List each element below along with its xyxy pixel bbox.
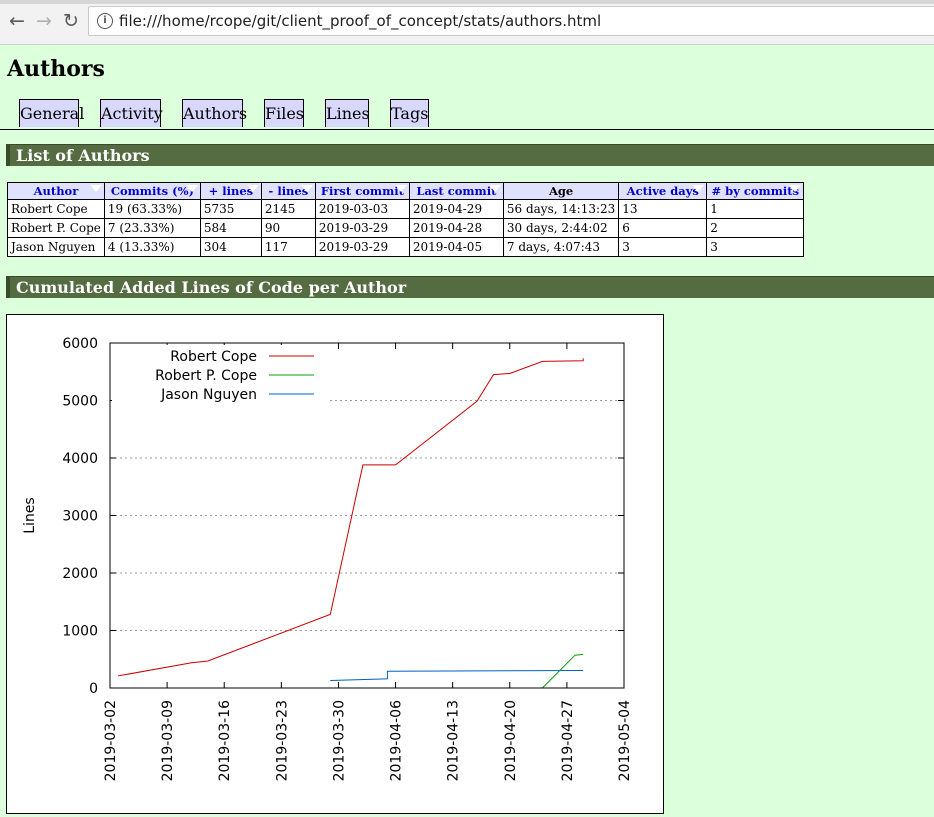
y-tick-label: 5000	[62, 394, 98, 410]
reload-icon[interactable]: ↻	[60, 10, 82, 32]
chart-svg: 0 1000 2000 3000 4000 5000 6000 2019-03-02 2019-…	[22, 336, 633, 781]
tab-lines[interactable]: Lines	[325, 99, 370, 127]
section-header-authors: List of Authors	[6, 144, 934, 166]
info-icon[interactable]: i	[97, 13, 113, 29]
cell-added-lines: 304	[199, 237, 262, 257]
cell-author: Robert Cope	[7, 199, 105, 219]
x-tick-label: 2019-03-09	[160, 700, 176, 781]
cell-active-days: 13	[618, 199, 708, 219]
cell-first-commit: 2019-03-03	[314, 199, 410, 219]
cell-active-days: 3	[618, 237, 708, 257]
y-axis-label: Lines	[22, 497, 38, 533]
y-tick-label: 4000	[62, 451, 98, 467]
cell-commits: 4 (13.33%)	[103, 237, 201, 257]
x-tick-label: 2019-04-20	[503, 700, 519, 781]
column-header-active-days[interactable]: Active days	[618, 182, 708, 200]
x-tick-label: 2019-04-13	[446, 700, 462, 781]
cell-removed-lines: 117	[260, 237, 316, 257]
cell-added-lines: 5735	[199, 199, 262, 219]
tab-authors[interactable]: Authors	[182, 99, 247, 127]
sort-icon[interactable]	[692, 185, 705, 192]
cell-first-commit: 2019-03-29	[314, 218, 410, 238]
address-bar[interactable]: i file:///home/rcope/git/client_proof_of…	[88, 6, 934, 36]
table-header-row: Author Commits (%) + lines - lines First…	[7, 182, 805, 200]
x-tick-label: 2019-03-02	[103, 700, 119, 781]
y-tick-label: 1000	[62, 624, 98, 640]
cell-age: 56 days, 14:13:23	[502, 199, 620, 219]
table-row: Robert P. Cope 7 (23.33%) 584 90 2019-03…	[7, 218, 805, 238]
sort-icon[interactable]	[185, 185, 198, 192]
authors-table: Author Commits (%) + lines - lines First…	[7, 182, 805, 257]
legend-label: Jason Nguyen	[160, 387, 257, 403]
lines-of-code-chart: 0 1000 2000 3000 4000 5000 6000 2019-03-02 2019-…	[6, 314, 664, 814]
page-title: Authors	[7, 56, 105, 82]
cell-last-commit: 2019-04-28	[408, 218, 504, 238]
cell-removed-lines: 2145	[260, 199, 316, 219]
column-header-author[interactable]: Author	[7, 182, 105, 200]
x-tick-label: 2019-03-16	[217, 700, 233, 781]
tab-strip	[0, 0, 934, 4]
cell-by-commits: 1	[706, 199, 805, 219]
legend-label: Robert P. Cope	[155, 368, 257, 384]
cell-last-commit: 2019-04-29	[408, 199, 504, 219]
column-header-added-lines[interactable]: + lines	[199, 182, 262, 200]
table-row: Robert Cope 19 (63.33%) 5735 2145 2019-0…	[7, 199, 805, 219]
x-tick-label: 2019-04-27	[560, 700, 576, 781]
column-header-age: Age	[502, 182, 620, 200]
column-header-commits[interactable]: Commits (%)	[103, 182, 201, 200]
tab-activity[interactable]: Activity	[100, 99, 163, 127]
cell-author: Robert P. Cope	[7, 218, 105, 238]
cell-author: Jason Nguyen	[7, 237, 105, 257]
table-row: Jason Nguyen 4 (13.33%) 304 117 2019-03-…	[7, 237, 805, 257]
column-header-by-commits[interactable]: # by commits	[706, 182, 805, 200]
x-tick-label: 2019-03-30	[331, 700, 347, 781]
nav-tabs: General Activity Authors Files Lines Tag…	[0, 99, 934, 130]
forward-icon[interactable]: →	[33, 10, 55, 32]
y-tick-label: 2000	[62, 566, 98, 582]
url-text[interactable]: file:///home/rcope/git/client_proof_of_c…	[119, 12, 601, 30]
back-icon[interactable]: ←	[6, 10, 28, 32]
sort-icon[interactable]	[246, 185, 259, 192]
sort-icon[interactable]	[394, 185, 407, 192]
series-line	[118, 358, 584, 677]
column-header-first-commit[interactable]: First commit	[314, 182, 410, 200]
cell-active-days: 6	[618, 218, 708, 238]
sort-icon[interactable]	[89, 185, 102, 192]
cell-by-commits: 2	[706, 218, 805, 238]
browser-toolbar: ← → ↻ i file:///home/rcope/git/client_pr…	[0, 0, 934, 45]
x-tick-label: 2019-05-04	[617, 700, 633, 781]
column-header-last-commit[interactable]: Last commit	[408, 182, 504, 200]
y-tick-label: 3000	[62, 509, 98, 525]
sort-icon[interactable]	[488, 185, 501, 192]
cell-added-lines: 584	[199, 218, 262, 238]
cell-age: 7 days, 4:07:43	[502, 237, 620, 257]
section-header-chart: Cumulated Added Lines of Code per Author	[6, 276, 934, 298]
y-tick-label: 6000	[62, 336, 98, 352]
cell-commits: 7 (23.33%)	[103, 218, 201, 238]
cell-age: 30 days, 2:44:02	[502, 218, 620, 238]
cell-first-commit: 2019-03-29	[314, 237, 410, 257]
tab-general[interactable]: General	[19, 99, 84, 127]
x-tick-label: 2019-03-23	[274, 700, 290, 781]
series-line	[330, 670, 584, 681]
series-line	[542, 653, 584, 689]
y-tick-label: 0	[89, 681, 98, 697]
cell-last-commit: 2019-04-05	[408, 237, 504, 257]
column-header-removed-lines[interactable]: - lines	[260, 182, 316, 200]
sort-icon[interactable]	[300, 185, 313, 192]
tab-files[interactable]: Files	[264, 99, 304, 127]
legend-label: Robert Cope	[170, 349, 257, 365]
cell-commits: 19 (63.33%)	[103, 199, 201, 219]
tab-tags[interactable]: Tags	[390, 99, 429, 127]
sort-icon[interactable]	[789, 185, 802, 192]
x-tick-label: 2019-04-06	[389, 700, 405, 781]
cell-removed-lines: 90	[260, 218, 316, 238]
cell-by-commits: 3	[706, 237, 805, 257]
